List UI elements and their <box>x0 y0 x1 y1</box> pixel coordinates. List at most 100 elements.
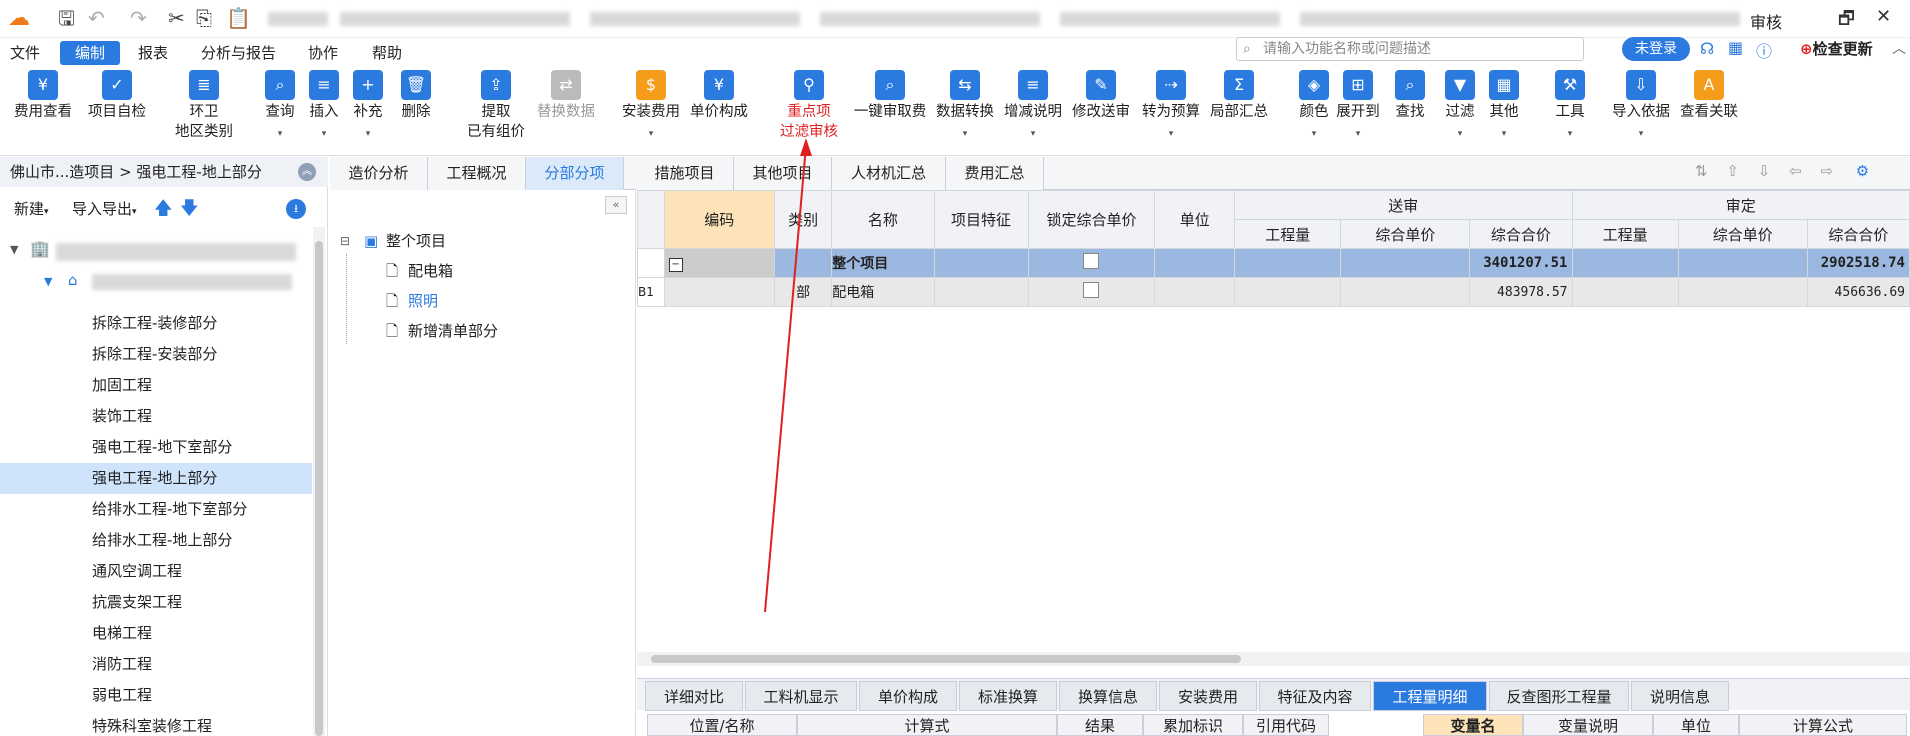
list-item-selected[interactable]: 强电工程-地上部分 <box>0 463 312 494</box>
data-convert-button[interactable]: ⇆ 数据转换 ▾ <box>932 70 998 144</box>
restore-icon[interactable]: 🗗 <box>1838 6 1855 36</box>
support-icon[interactable]: ☊ <box>1700 39 1714 58</box>
key-item-filter-button[interactable]: ⚲ 重点项 过滤审核 <box>776 70 842 142</box>
import-basis-button[interactable]: ⇩ 导入依据 ▾ <box>1608 70 1674 144</box>
tree-root[interactable]: 整个项目 <box>386 228 446 254</box>
sort-icon[interactable]: ⇅ <box>1695 162 1708 180</box>
arrow-up-icon[interactable]: ⇧ <box>1726 162 1739 180</box>
save-icon[interactable]: 🖫 <box>58 6 75 30</box>
col-audit-unit-price[interactable]: 综合单价 <box>1677 219 1808 249</box>
tab-cost-analysis[interactable]: 造价分析 <box>330 157 428 190</box>
col-code[interactable]: 编码 <box>663 190 776 249</box>
col-type[interactable]: 类别 <box>773 190 833 249</box>
col-position[interactable]: 位置/名称 <box>647 714 797 736</box>
table-row[interactable]: − 整个项目 3401207.51 2902518.74 <box>637 248 1910 278</box>
tools-button[interactable]: ⚒ 工具 ▾ <box>1548 70 1592 144</box>
list-item[interactable]: 特殊科室装修工程 <box>0 711 312 736</box>
collapse-up-icon[interactable]: ︽ <box>298 163 316 181</box>
col-submit-qty[interactable]: 工程量 <box>1234 219 1342 249</box>
lock-checkbox[interactable] <box>1083 282 1100 298</box>
modify-submit-button[interactable]: ✎ 修改送审 <box>1068 70 1134 122</box>
tab-measures[interactable]: 措施项目 <box>636 157 734 190</box>
tab-convert-info[interactable]: 换算信息 <box>1059 681 1157 711</box>
query-button[interactable]: ⌕ 查询 ▾ <box>258 70 302 144</box>
list-item[interactable]: 加固工程 <box>0 370 312 401</box>
extract-price-button[interactable]: ⇪ 提取 已有组价 <box>460 70 532 142</box>
col-calc-formula[interactable]: 计算公式 <box>1739 714 1907 736</box>
move-up-arrow-icon[interactable]: 🡅 <box>154 196 173 226</box>
self-check-button[interactable]: ✓ 项目自检 <box>82 70 152 122</box>
menu-report[interactable]: 报表 <box>130 41 176 65</box>
supplement-button[interactable]: + 补充 ▾ <box>346 70 390 144</box>
insert-button[interactable]: ≡ 插入 ▾ <box>302 70 346 144</box>
cut-icon[interactable]: ✂ <box>168 6 185 30</box>
color-button[interactable]: ◈ 颜色 ▾ <box>1292 70 1336 144</box>
col-audit-qty[interactable]: 工程量 <box>1571 219 1679 249</box>
col-unit[interactable]: 单位 <box>1154 190 1236 249</box>
col-ref-code[interactable]: 引用代码 <box>1243 714 1329 736</box>
tree-scrollbar[interactable] <box>313 227 325 736</box>
redo-icon[interactable]: ↷ <box>130 6 147 30</box>
list-item[interactable]: 拆除工程-装修部分 <box>0 308 312 339</box>
col-name[interactable]: 名称 <box>831 190 935 249</box>
region-category-button[interactable]: ≣ 环卫 地区类别 <box>166 70 242 142</box>
tab-install-fee[interactable]: 安装费用 <box>1159 681 1257 711</box>
tree-collapse-icon[interactable]: ⊟ <box>340 228 350 254</box>
list-item[interactable]: 给排水工程-地上部分 <box>0 525 312 556</box>
row-collapse-icon[interactable]: − <box>668 257 683 272</box>
delete-button[interactable]: 🗑 删除 <box>394 70 438 122</box>
one-click-fee-button[interactable]: ⌕ 一键审取费 <box>852 70 928 122</box>
expand-to-button[interactable]: ⊞ 展开到 ▾ <box>1336 70 1380 144</box>
partial-summary-button[interactable]: Σ 局部汇总 <box>1206 70 1272 122</box>
tab-price-comp[interactable]: 单价构成 <box>859 681 957 711</box>
list-item[interactable]: 装饰工程 <box>0 401 312 432</box>
menu-analysis[interactable]: 分析与报告 <box>193 41 284 65</box>
menu-edit[interactable]: 编制 <box>60 41 120 65</box>
menu-file[interactable]: 文件 <box>2 41 48 65</box>
view-link-button[interactable]: A 查看关联 <box>1676 70 1742 122</box>
col-var-name[interactable]: 变量名 <box>1423 714 1523 736</box>
tab-fee-summary[interactable]: 费用汇总 <box>946 157 1044 190</box>
fee-view-button[interactable]: ¥ 费用查看 <box>8 70 78 122</box>
close-icon[interactable]: ✕ <box>1876 6 1891 27</box>
other-button[interactable]: ▦ 其他 ▾ <box>1482 70 1526 144</box>
grid-hscrollbar[interactable] <box>637 652 1910 666</box>
col-accumulate[interactable]: 累加标识 <box>1143 714 1243 736</box>
new-button[interactable]: 新建▾ <box>14 198 49 219</box>
list-item[interactable]: 消防工程 <box>0 649 312 680</box>
col-formula[interactable]: 计算式 <box>797 714 1057 736</box>
collapse-ribbon-icon[interactable]: ︿ <box>1892 38 1906 58</box>
arrow-right-icon[interactable]: ⇨ <box>1820 162 1833 180</box>
tree-item-selected[interactable]: 照明 <box>408 288 438 314</box>
tab-quantity-detail[interactable]: 工程量明细 <box>1373 681 1487 711</box>
install-fee-button[interactable]: $ 安装费用 ▾ <box>618 70 684 144</box>
tab-other-items[interactable]: 其他项目 <box>734 157 832 190</box>
tab-overview[interactable]: 工程概况 <box>428 157 526 190</box>
col-submit-total[interactable]: 综合合价 <box>1469 219 1573 249</box>
check-update-button[interactable]: ⊕检查更新 <box>1800 38 1873 59</box>
grid-apps-icon[interactable]: ▦ <box>1728 38 1743 57</box>
list-item[interactable]: 抗震支架工程 <box>0 587 312 618</box>
collapse-pane-icon[interactable]: « <box>605 196 627 214</box>
tab-std-convert[interactable]: 标准换算 <box>959 681 1057 711</box>
arrow-down-icon[interactable]: ⇩ <box>1758 162 1771 180</box>
col-feature[interactable]: 项目特征 <box>933 190 1029 249</box>
tab-feature-content[interactable]: 特征及内容 <box>1259 681 1371 711</box>
tab-detail-compare[interactable]: 详细对比 <box>645 681 743 711</box>
copy-icon[interactable]: ⎘ <box>196 6 212 30</box>
col-lock-price[interactable]: 锁定综合单价 <box>1027 190 1156 249</box>
login-button[interactable]: 未登录 <box>1622 37 1690 61</box>
tree-expand-icon[interactable]: ▼ <box>10 243 18 256</box>
lock-checkbox[interactable] <box>1083 253 1100 269</box>
tree-item[interactable]: 新增清单部分 <box>408 318 498 344</box>
col-audit-total[interactable]: 综合合价 <box>1806 219 1910 249</box>
list-item[interactable]: 强电工程-地下室部分 <box>0 432 312 463</box>
menu-help[interactable]: 帮助 <box>364 41 410 65</box>
list-item[interactable]: 拆除工程-安装部分 <box>0 339 312 370</box>
change-note-button[interactable]: ≡ 增减说明 ▾ <box>1000 70 1066 144</box>
move-down-arrow-icon[interactable]: 🡇 <box>180 196 199 226</box>
replace-data-button[interactable]: ⇄ 替换数据 <box>534 70 598 122</box>
list-item[interactable]: 通风空调工程 <box>0 556 312 587</box>
import-export-button[interactable]: 导入导出▾ <box>72 198 137 219</box>
tab-reverse-graphic[interactable]: 反查图形工程量 <box>1489 681 1629 711</box>
